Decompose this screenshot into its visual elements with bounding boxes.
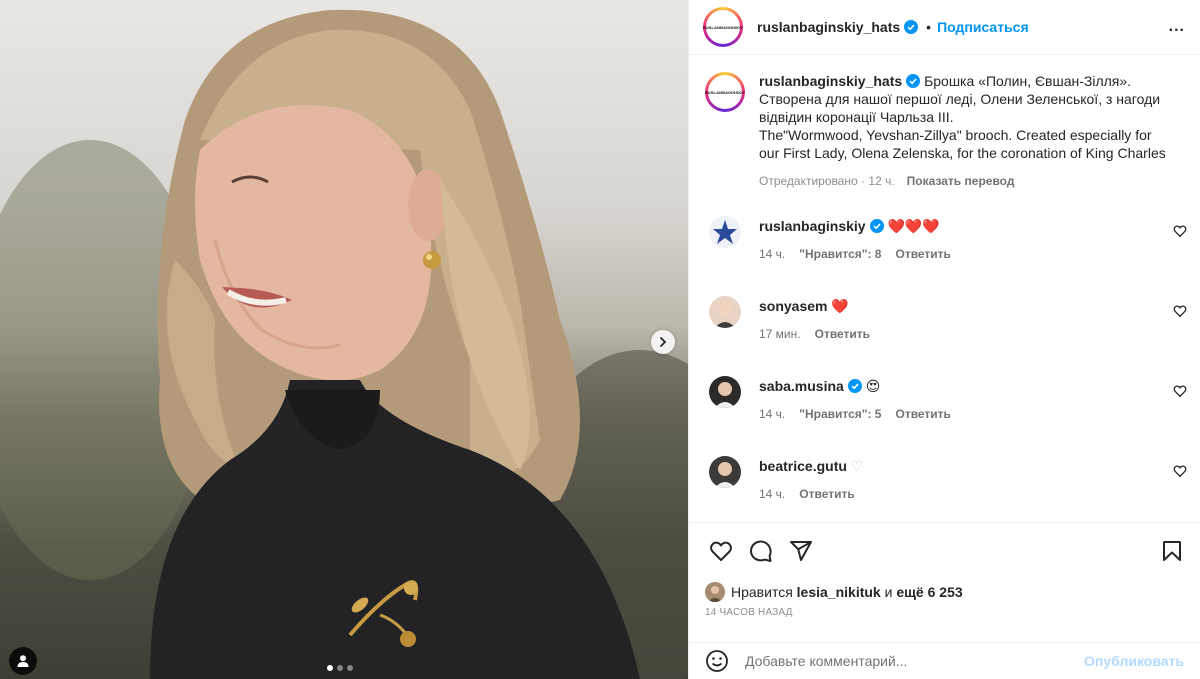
comment-row: beatrice.gutu ♡ 14 ч. Ответить <box>705 452 1187 520</box>
photo-illustration <box>0 9 688 679</box>
caption-line: The"Wormwood, Yevshan-Zillya" brooch. Cr… <box>759 127 1152 143</box>
comment-meta: 14 ч. "Нравится": 8 Ответить <box>759 247 1164 261</box>
comment-button[interactable] <box>741 531 781 571</box>
caption-author-username[interactable]: ruslanbaginskiy_hats <box>759 73 902 89</box>
bookmark-icon <box>1163 540 1181 561</box>
carousel-dot <box>347 665 353 671</box>
commenter-username[interactable]: saba.musina <box>759 378 844 394</box>
comment-like-heart-icon[interactable] <box>1173 384 1187 398</box>
verified-badge-icon <box>847 379 862 393</box>
comment-likes[interactable]: "Нравится": 5 <box>799 407 881 421</box>
comment-like-heart-icon[interactable] <box>1173 464 1187 478</box>
comment-text: 😍 <box>865 378 881 394</box>
author-logo: RUSLANBAGINSKIY <box>702 24 744 30</box>
verified-badge-icon <box>904 20 919 34</box>
separator-dot: • <box>926 19 932 35</box>
reply-button[interactable]: Ответить <box>799 487 854 501</box>
comment-like-heart-icon[interactable] <box>1173 224 1187 238</box>
show-translation-link[interactable]: Показать перевод <box>907 174 1015 188</box>
post-details-panel: RUSLANBAGINSKIY ruslanbaginskiy_hats • П… <box>688 0 1200 679</box>
comment-meta: 14 ч. Ответить <box>759 487 1164 501</box>
commenter-username[interactable]: ruslanbaginskiy <box>759 218 866 234</box>
comment-row: ruslanbaginskiy ❤️❤️❤️ 14 ч. "Нравится": 8… <box>705 212 1187 280</box>
likes-summary: Нравится lesia_nikituk и ещё 6 253 <box>705 582 963 602</box>
reply-button[interactable]: Ответить <box>895 247 950 261</box>
comment-input[interactable] <box>745 653 1065 669</box>
post-action-bar <box>689 522 1200 578</box>
comments-scroll-area[interactable]: RUSLANBAGINSKIY ruslanbaginskiy_hats Бро… <box>689 56 1200 522</box>
comment-time[interactable]: 14 ч. <box>759 407 785 421</box>
comment-like-heart-icon[interactable] <box>1173 304 1187 318</box>
paper-plane-icon <box>790 540 812 561</box>
comment-time[interactable]: 17 мин. <box>759 327 801 341</box>
commenter-avatar[interactable] <box>709 216 741 248</box>
comment-time[interactable]: 14 ч. <box>759 247 785 261</box>
carousel-indicator <box>327 665 353 671</box>
caption-edited-time: Отредактировано · 12 ч. <box>759 174 895 188</box>
likes-prefix: Нравится <box>731 584 793 600</box>
commenter-username[interactable]: beatrice.gutu <box>759 458 847 474</box>
tagged-users-button[interactable] <box>9 647 37 675</box>
more-options-button[interactable]: ... <box>1169 18 1185 36</box>
liker-avatar-image <box>705 582 725 602</box>
likes-count-link[interactable]: ещё 6 253 <box>896 584 962 600</box>
comment-row: saba.musina 😍 14 ч. "Нравится": 5 Ответить <box>705 372 1187 440</box>
save-button[interactable] <box>1152 531 1192 571</box>
commenter-avatar[interactable] <box>709 296 741 328</box>
comment-row: sonyasem ❤️ 17 мин. Ответить <box>705 292 1187 360</box>
carousel-dot <box>337 665 343 671</box>
user-tag-icon <box>17 655 29 667</box>
carousel-next-button[interactable] <box>651 330 675 354</box>
share-button[interactable] <box>781 531 821 571</box>
verified-badge-icon <box>869 219 884 233</box>
smiley-icon[interactable] <box>705 649 729 673</box>
commenter-avatar[interactable] <box>709 456 741 488</box>
carousel-dot <box>327 665 333 671</box>
comment-likes[interactable]: "Нравится": 8 <box>799 247 881 261</box>
heart-outline-icon <box>710 541 732 561</box>
post-time-ago[interactable]: 14 ЧАСОВ НАЗАД <box>705 607 793 618</box>
caption-author-avatar[interactable]: RUSLANBAGINSKIY <box>705 72 745 112</box>
caption-line: відвідин коронації Чарльза ІІІ. <box>759 109 954 125</box>
comment-meta: 17 мин. Ответить <box>759 327 1164 341</box>
comment-meta: 14 ч. "Нравится": 5 Ответить <box>759 407 1164 421</box>
liker-username[interactable]: lesia_nikituk <box>797 584 881 600</box>
post-header: RUSLANBAGINSKIY ruslanbaginskiy_hats • П… <box>689 0 1200 55</box>
author-username[interactable]: ruslanbaginskiy_hats <box>757 19 900 35</box>
reply-button[interactable]: Ответить <box>815 327 870 341</box>
comment-bubble-icon <box>750 540 772 562</box>
follow-button[interactable]: Подписаться <box>937 19 1029 35</box>
comment-text: ♡ <box>850 458 864 474</box>
caption-line: Брошка «Полин, Євшан-Зілля». <box>924 73 1132 89</box>
caption-line: Створена для нашої першої леді, Олени Зе… <box>759 91 1161 107</box>
like-button[interactable] <box>701 531 741 571</box>
commenter-avatar[interactable] <box>709 376 741 408</box>
comment-text: ❤️❤️❤️ <box>887 218 940 234</box>
verified-badge-icon <box>906 74 921 88</box>
author-avatar[interactable]: RUSLANBAGINSKIY <box>703 7 743 47</box>
commenter-username[interactable]: sonyasem <box>759 298 827 314</box>
publish-button[interactable]: Опубликовать <box>1084 653 1184 669</box>
likes-joiner: и <box>884 584 893 600</box>
post-caption: RUSLANBAGINSKIY ruslanbaginskiy_hats Бро… <box>705 72 1184 190</box>
caption-line: our First Lady, Olena Zelenska, for the … <box>759 145 1166 161</box>
add-comment-bar: Опубликовать <box>689 642 1200 679</box>
reply-button[interactable]: Ответить <box>895 407 950 421</box>
chevron-right-icon <box>660 337 667 347</box>
comment-text: ❤️ <box>831 298 849 314</box>
post-media[interactable] <box>0 0 688 679</box>
liker-avatar[interactable] <box>705 582 725 602</box>
comment-time[interactable]: 14 ч. <box>759 487 785 501</box>
